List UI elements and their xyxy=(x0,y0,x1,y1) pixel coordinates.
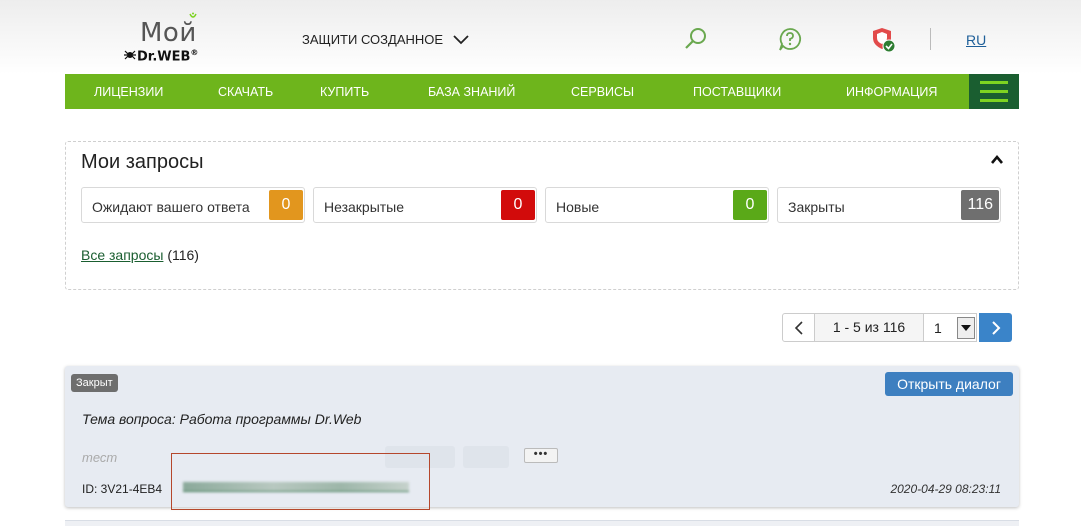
next-page-button[interactable] xyxy=(979,313,1012,342)
all-requests-count: (116) xyxy=(167,247,199,263)
top-header: Мой Dr.WEB® ЗАЩИТИ СОЗДАННОЕ RU xyxy=(0,0,1081,74)
dropdown-arrow-icon[interactable] xyxy=(957,317,975,339)
nav-item-buy[interactable]: КУПИТЬ xyxy=(320,85,369,99)
all-requests: Все запросы (116) xyxy=(81,247,199,263)
stat-new[interactable]: Новые 0 xyxy=(545,187,769,223)
spider-icon xyxy=(124,50,136,60)
prev-page-button[interactable] xyxy=(782,313,815,342)
stat-label: Ожидают вашего ответа xyxy=(92,199,250,215)
stat-unclosed[interactable]: Незакрытые 0 xyxy=(313,187,537,223)
stat-closed[interactable]: Закрыты 116 xyxy=(777,187,1001,223)
page-select[interactable]: 1 xyxy=(923,313,977,342)
ticket-id: ID: 3V21-4EB4 xyxy=(82,482,163,496)
stat-label: Новые xyxy=(556,199,600,215)
nav-item-services[interactable]: СЕРВИСЫ xyxy=(571,85,634,99)
ticket-author: тест xyxy=(82,450,118,465)
requests-title: Мои запросы xyxy=(81,151,204,173)
stat-count-badge: 0 xyxy=(269,190,303,220)
menu-line xyxy=(980,81,1008,84)
stat-label: Незакрытые xyxy=(324,199,405,215)
shield-status-icon[interactable] xyxy=(870,26,896,52)
chevron-right-icon xyxy=(991,320,1000,335)
stat-count-badge: 0 xyxy=(501,190,535,220)
nav-item-information[interactable]: ИНФОРМАЦИЯ xyxy=(846,85,937,99)
slogan-dropdown[interactable]: ЗАЩИТИ СОЗДАННОЕ xyxy=(302,32,469,47)
language-switcher[interactable]: RU xyxy=(966,32,986,48)
stat-count-badge: 0 xyxy=(733,190,767,220)
nav-item-licenses[interactable]: ЛИЦЕНЗИИ xyxy=(94,85,163,99)
ticket-subject: Тема вопроса: Работа программы Dr.Web xyxy=(82,411,362,427)
nav-item-knowledge-base[interactable]: БАЗА ЗНАНИЙ xyxy=(428,85,515,99)
all-requests-link[interactable]: Все запросы xyxy=(81,247,163,263)
redacted-block xyxy=(463,446,509,468)
more-button[interactable]: ••• xyxy=(524,448,558,463)
brand-text: Dr.WEB xyxy=(137,49,191,65)
logo-leaf-icon xyxy=(189,12,197,18)
menu-line xyxy=(980,90,1008,93)
nav-item-download[interactable]: СКАЧАТЬ xyxy=(218,85,273,99)
highlight-annotation xyxy=(171,453,430,510)
status-badge: Закрыт xyxy=(71,374,118,392)
nav-item-suppliers[interactable]: ПОСТАВЩИКИ xyxy=(693,85,781,99)
stat-awaiting-reply[interactable]: Ожидают вашего ответа 0 xyxy=(81,187,305,223)
search-icon[interactable] xyxy=(683,26,709,52)
menu-line xyxy=(980,99,1008,102)
logo-brand: Dr.WEB® xyxy=(124,48,198,64)
logo-text: Мой xyxy=(140,18,197,48)
ticket-card: Закрыт Открыть диалог Тема вопроса: Рабо… xyxy=(65,366,1019,510)
stat-count-badge: 116 xyxy=(961,190,999,220)
ticket-card-next xyxy=(65,520,1019,526)
page-range: 1 - 5 из 116 xyxy=(815,313,923,342)
help-icon[interactable] xyxy=(777,26,803,52)
ticket-date: 2020-04-29 08:23:11 xyxy=(890,482,1001,496)
pagination: 1 - 5 из 116 1 xyxy=(782,313,1012,342)
chevron-left-icon xyxy=(794,320,803,335)
slogan-text: ЗАЩИТИ СОЗДАННОЕ xyxy=(302,32,444,47)
main-nav: ЛИЦЕНЗИИ СКАЧАТЬ КУПИТЬ БАЗА ЗНАНИЙ СЕРВ… xyxy=(65,74,1019,109)
drweb-logo[interactable]: Мой Dr.WEB® xyxy=(120,12,220,64)
chevron-down-icon xyxy=(453,34,469,44)
my-requests-panel: Мои запросы Ожидают вашего ответа 0 Неза… xyxy=(65,141,1019,290)
page-select-value: 1 xyxy=(934,320,942,336)
brand-mark: ® xyxy=(190,48,199,57)
menu-icon[interactable] xyxy=(969,74,1019,109)
stat-label: Закрыты xyxy=(788,199,845,215)
header-divider xyxy=(930,28,931,50)
open-dialog-button[interactable]: Открыть диалог xyxy=(885,372,1013,396)
chevron-up-icon[interactable] xyxy=(990,154,1004,166)
